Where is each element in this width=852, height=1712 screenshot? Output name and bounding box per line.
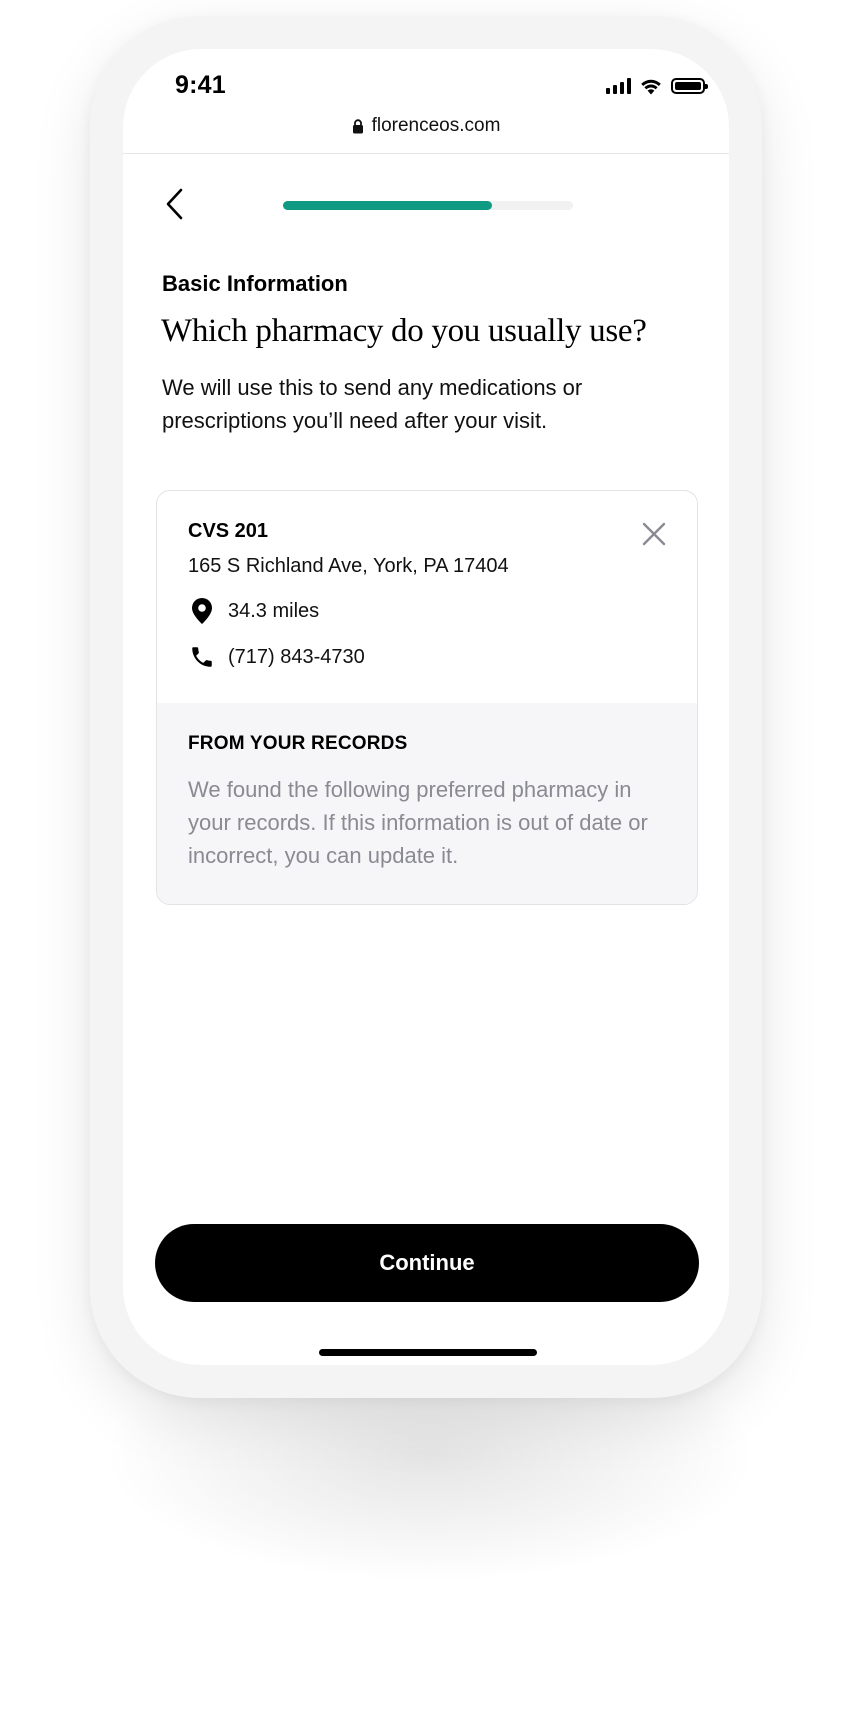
cellular-signal-icon (606, 78, 631, 94)
distance-row: 34.3 miles (188, 597, 319, 625)
url-divider (123, 153, 729, 154)
phone-screen: 9:41 florenceos.com Basic Information Wh… (123, 49, 729, 1365)
continue-button[interactable]: Continue (155, 1224, 699, 1302)
pharmacy-details: CVS 201 165 S Richland Ave, York, PA 174… (157, 491, 697, 704)
phone-icon (188, 643, 216, 671)
chevron-left-icon (166, 188, 183, 220)
records-title: FROM YOUR RECORDS (188, 733, 408, 754)
status-time: 9:41 (175, 71, 226, 99)
remove-pharmacy-button[interactable] (639, 519, 669, 549)
pharmacy-phone[interactable]: (717) 843-4730 (228, 646, 365, 669)
records-notice: FROM YOUR RECORDS We found the following… (157, 703, 697, 904)
pharmacy-address: 165 S Richland Ave, York, PA 17404 (188, 555, 509, 577)
home-indicator (319, 1349, 537, 1356)
page-title: Which pharmacy do you usually use? (161, 313, 647, 349)
url-text: florenceos.com (371, 115, 501, 136)
pharmacy-distance: 34.3 miles (228, 599, 320, 622)
records-text: We found the following preferred pharmac… (188, 777, 648, 868)
location-pin-icon (188, 597, 216, 625)
lock-icon (352, 118, 363, 133)
phone-row: (717) 843-4730 (188, 643, 365, 671)
page-description: We will use this to send any medications… (162, 375, 583, 433)
stage: 9:41 florenceos.com Basic Information Wh… (0, 0, 852, 1712)
section-label: Basic Information (162, 271, 348, 296)
url-bar[interactable]: florenceos.com (123, 115, 729, 137)
status-icons (606, 77, 708, 95)
progress-bar (283, 201, 573, 210)
battery-icon (671, 78, 708, 94)
wifi-icon (641, 79, 661, 95)
pharmacy-card: CVS 201 165 S Richland Ave, York, PA 174… (156, 490, 698, 905)
progress-bar-fill (283, 201, 492, 210)
back-button[interactable] (155, 184, 195, 224)
pharmacy-name: CVS 201 (188, 520, 269, 542)
close-icon (642, 522, 666, 546)
phone-frame: 9:41 florenceos.com Basic Information Wh… (90, 16, 762, 1398)
